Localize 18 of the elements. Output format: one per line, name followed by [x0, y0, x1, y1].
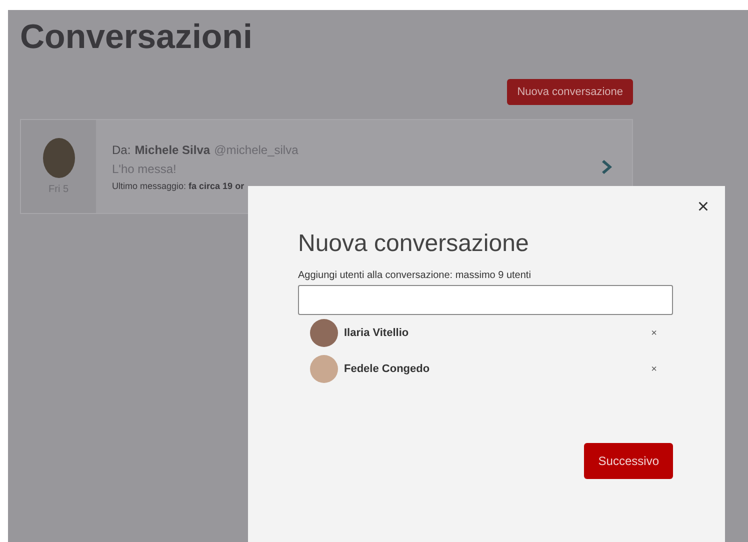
new-conversation-button[interactable]: Nuova conversazione [507, 79, 633, 105]
sender-name: Michele Silva [134, 142, 210, 156]
from-label: Da: [112, 142, 131, 156]
dialog-title: Nuova conversazione [298, 230, 530, 258]
avatar [310, 355, 338, 383]
avatar [310, 319, 338, 347]
avatar [42, 138, 74, 178]
close-button[interactable]: × [693, 196, 713, 219]
next-button[interactable]: Successivo [584, 443, 673, 479]
last-message-time: Ultimo messaggio: fa circa 19 or [112, 180, 246, 190]
page-title: Conversazioni [20, 17, 254, 57]
chevron-right-icon[interactable] [602, 158, 614, 174]
remove-button[interactable]: × [645, 362, 663, 376]
user-search-field[interactable] [298, 285, 673, 315]
remove-button[interactable]: × [645, 326, 663, 340]
user-name: Fedele Congedo [344, 363, 431, 375]
user-name: Ilaria Vitellio [344, 327, 410, 339]
field-label: Aggiungi utenti alla conversazione: massimo 9 utenti [298, 270, 532, 281]
